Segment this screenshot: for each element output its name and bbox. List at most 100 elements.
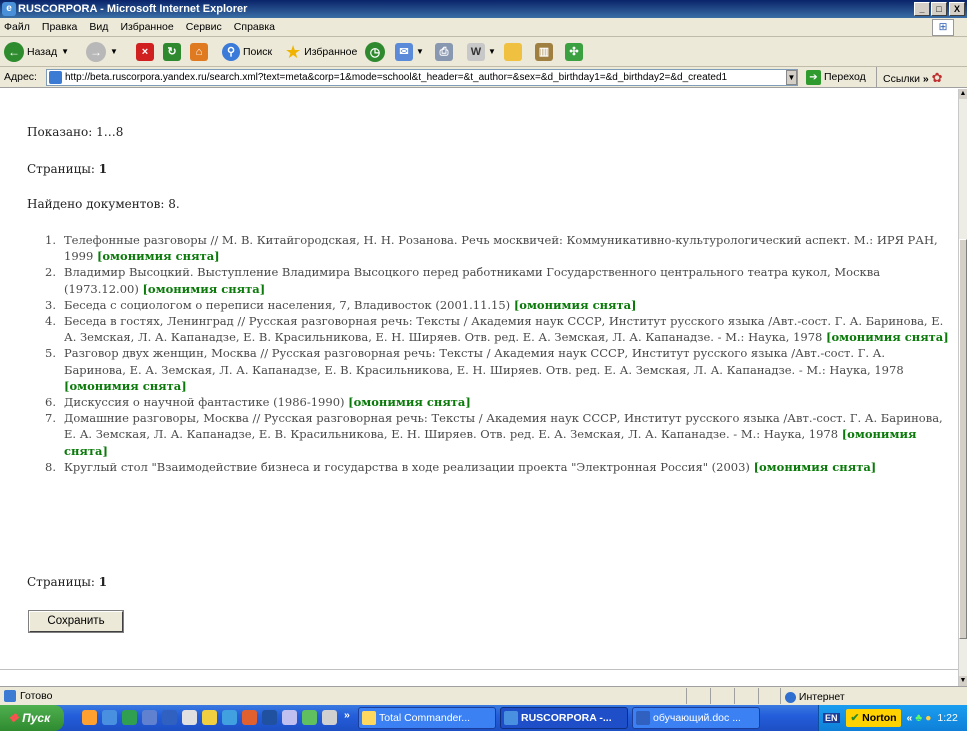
favorites-button[interactable]: ★ Избранное (285, 41, 357, 63)
tray-icon[interactable]: ♣ (915, 712, 922, 724)
menu-bar: Файл Правка Вид Избранное Сервис Справка… (0, 18, 967, 37)
menu-favorites[interactable]: Избранное (120, 21, 173, 33)
scroll-thumb[interactable] (959, 239, 967, 639)
quicklaunch-icon[interactable] (142, 710, 157, 725)
clock: 1:22 (937, 712, 958, 724)
scroll-up-icon[interactable]: ▲ (959, 89, 967, 99)
save-quicklaunch-icon[interactable] (262, 710, 277, 725)
homonymy-link[interactable]: [омонимия снята] (142, 282, 265, 296)
page-link[interactable]: 1 (99, 575, 107, 589)
chevron-down-icon: ▼ (488, 47, 496, 56)
address-input[interactable]: http://beta.ruscorpora.yandex.ru/search.… (46, 69, 798, 86)
excel-quicklaunch-icon[interactable] (122, 710, 137, 725)
homonymy-link[interactable]: [омонимия снята] (348, 395, 471, 409)
refresh-icon: ↻ (163, 43, 181, 61)
forward-button[interactable]: → ▼ (86, 41, 118, 63)
norton-check-icon: ✔ (850, 712, 860, 724)
document-link[interactable]: Беседа в гостях, Ленинград // Русская ра… (64, 314, 943, 344)
menu-tools[interactable]: Сервис (186, 21, 222, 33)
item-number: 1. (45, 233, 56, 247)
home-button[interactable]: ⌂ (190, 41, 208, 63)
research-button[interactable]: ▥ (535, 41, 553, 63)
menu-view[interactable]: Вид (89, 21, 108, 33)
search-icon: ⚲ (222, 43, 240, 61)
address-label: Адрес: (4, 71, 37, 83)
word-quicklaunch-icon[interactable] (162, 710, 177, 725)
task-ruscorpora[interactable]: RUSCORPORA -... (500, 707, 628, 729)
item-number: 5. (45, 346, 56, 361)
window-title-bar[interactable]: e RUSCORPORA - Microsoft Internet Explor… (0, 0, 967, 18)
home-icon: ⌂ (190, 43, 208, 61)
document-link[interactable]: Круглый стол "Взаимодействие бизнеса и г… (64, 460, 750, 474)
forward-arrow-icon: → (86, 42, 106, 62)
language-indicator[interactable]: EN (823, 713, 840, 723)
scroll-down-icon[interactable]: ▼ (959, 676, 967, 686)
word-icon (636, 711, 650, 725)
zone-label: Интернет (798, 691, 845, 703)
refresh-button[interactable]: ↻ (163, 41, 181, 63)
go-button[interactable]: ➔ Переход (806, 69, 866, 86)
quicklaunch-icon[interactable] (182, 710, 197, 725)
print-button[interactable]: ⎙ (435, 41, 453, 63)
list-item: 3. Беседа с социологом о переписи населен… (40, 297, 950, 313)
vertical-scrollbar[interactable]: ▲ ▼ (958, 89, 967, 686)
history-button[interactable]: ◷ (365, 41, 385, 63)
minimize-button[interactable]: _ (914, 2, 930, 16)
mail-button[interactable]: ✉ ▼ (395, 41, 424, 63)
item-number: 3. (45, 297, 56, 312)
homonymy-link[interactable]: [омонимия снята] (826, 330, 949, 344)
back-label: Назад (27, 46, 58, 58)
item-number: 8. (45, 459, 56, 474)
document-link[interactable]: Дискуссия о научной фантастике (1986-199… (64, 395, 345, 409)
pages-top: Страницы: 1 (27, 162, 107, 176)
close-button[interactable]: X (949, 2, 965, 16)
quicklaunch-overflow[interactable]: » (344, 709, 350, 721)
document-list: 1. Телефонные разговоры // М. В. Китайгор… (40, 232, 950, 475)
star-icon: ★ (285, 42, 302, 62)
back-arrow-icon: ← (4, 42, 24, 62)
document-link[interactable]: Беседа с социологом о переписи населения… (64, 298, 510, 312)
stop-button[interactable]: × (136, 41, 154, 63)
list-item: 1. Телефонные разговоры // М. В. Китайгор… (40, 232, 950, 264)
norton-button[interactable]: ✔ Norton (846, 709, 901, 727)
maximize-button[interactable]: □ (931, 2, 947, 16)
quicklaunch-icon[interactable] (302, 710, 317, 725)
homonymy-link[interactable]: [омонимия снята] (64, 379, 187, 393)
back-button[interactable]: ← Назад ▼ (4, 41, 69, 63)
homonymy-link[interactable]: [омонимия снята] (514, 298, 637, 312)
task-total-commander[interactable]: Total Commander... (358, 707, 496, 729)
address-dropdown-icon[interactable]: ▼ (786, 70, 797, 85)
quicklaunch-icon[interactable] (82, 710, 97, 725)
menu-file[interactable]: Файл (4, 21, 30, 33)
list-item: 6. Дискуссия о научной фантастике (1986-1… (40, 394, 950, 410)
search-button[interactable]: ⚲ Поиск (222, 41, 272, 63)
document-link[interactable]: Домашние разговоры, Москва // Русская ра… (64, 411, 943, 441)
quicklaunch-icon[interactable] (282, 710, 297, 725)
quicklaunch-icon[interactable] (242, 710, 257, 725)
menu-edit[interactable]: Правка (42, 21, 77, 33)
item-number: 7. (45, 411, 56, 426)
messenger-button[interactable]: ✣ (565, 41, 583, 63)
homonymy-link[interactable]: [омонимия снята] (754, 460, 877, 474)
quicklaunch-icon[interactable] (322, 710, 337, 725)
tray-icon[interactable]: ● (925, 712, 931, 724)
page-link[interactable]: 1 (99, 162, 107, 176)
links-button[interactable]: Ссылки » ✿ (876, 67, 943, 88)
task-word-doc[interactable]: обучающий.doc ... (632, 707, 760, 729)
menu-help[interactable]: Справка (234, 21, 275, 33)
quicklaunch-icon[interactable] (202, 710, 217, 725)
folder-button[interactable] (504, 41, 522, 63)
content-bottom-area (0, 669, 958, 686)
messenger-icon: ✣ (565, 43, 583, 61)
go-label: Переход (824, 71, 866, 83)
homonymy-link[interactable]: [омонимия снята] (97, 249, 220, 263)
save-button[interactable]: Сохранить (28, 610, 124, 633)
tray-expand[interactable]: « (907, 712, 913, 724)
edit-button[interactable]: W ▼ (467, 41, 496, 63)
page-icon (49, 71, 62, 84)
list-item: 4. Беседа в гостях, Ленинград // Русская … (40, 313, 950, 345)
quicklaunch-icon[interactable] (222, 710, 237, 725)
ie-quicklaunch-icon[interactable] (102, 710, 117, 725)
start-button[interactable]: ❖ Пуск (0, 705, 64, 731)
document-link[interactable]: Разговор двух женщин, Москва // Русская … (64, 346, 904, 376)
